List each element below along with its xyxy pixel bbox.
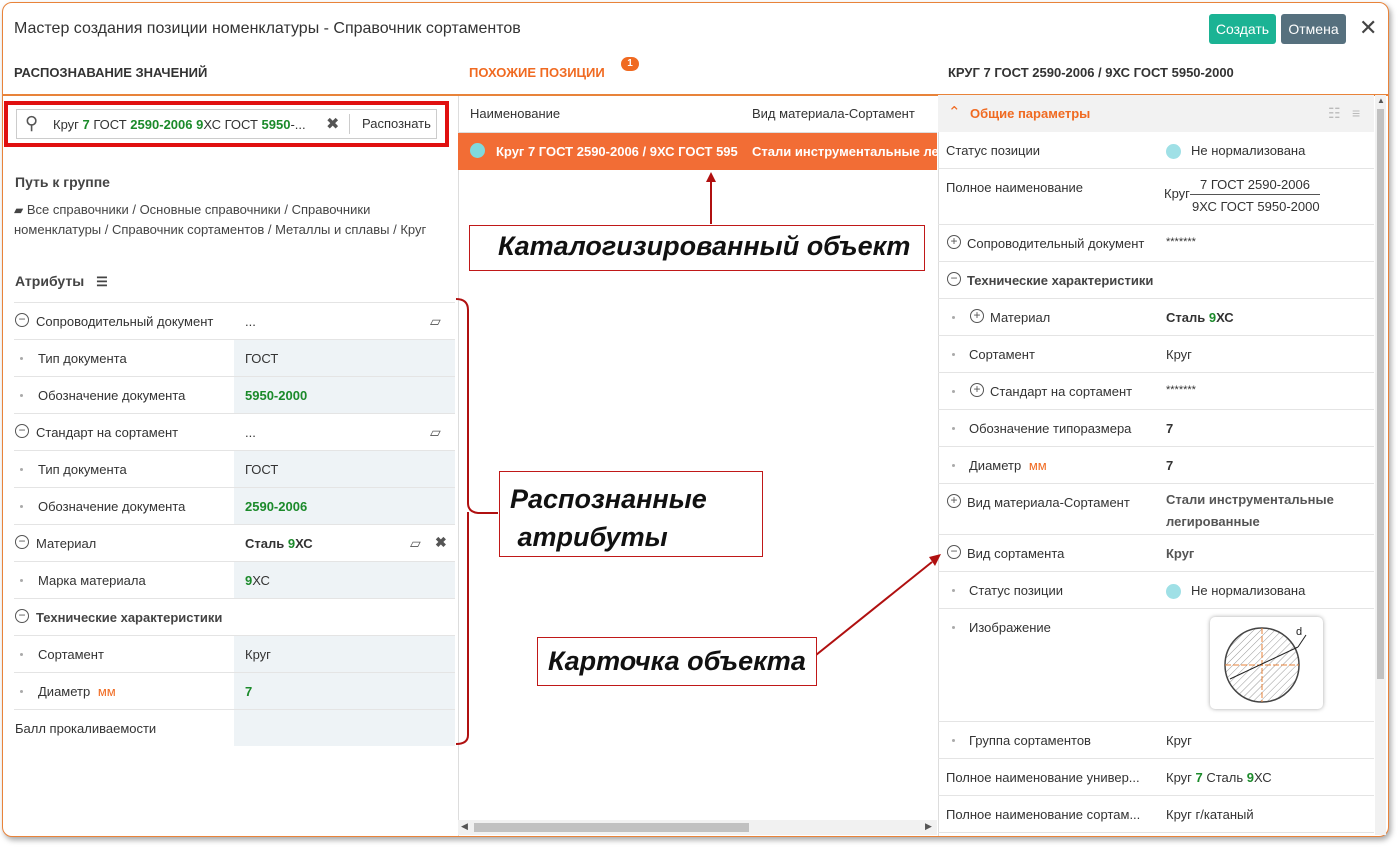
card-value: Сталь 9ХС xyxy=(1166,310,1234,325)
card-row: − Вид сортамента Круг xyxy=(938,535,1374,572)
card-row: − Технические характеристики xyxy=(938,262,1374,299)
expand-icon[interactable]: + xyxy=(947,235,961,249)
card-value: Круг xyxy=(1166,347,1192,362)
card-label: Полное наименование xyxy=(946,180,1084,195)
card-label: Стандарт на сортамент xyxy=(990,384,1133,399)
expand-icon[interactable]: + xyxy=(970,309,984,323)
expand-icon[interactable]: + xyxy=(947,494,961,508)
card-value: 7 xyxy=(1166,458,1174,473)
card-row: Полное наименование сортам... Круг г/кат… xyxy=(938,796,1374,833)
round-bar-drawing: d xyxy=(1224,626,1307,703)
card-row: + Сопроводительный документ ******* xyxy=(938,225,1374,262)
scroll-up-icon[interactable]: ▲ xyxy=(1377,96,1385,105)
card-row: Диаметр мм 7 xyxy=(938,447,1374,484)
sort-icon[interactable]: ≡ xyxy=(1352,105,1360,121)
card-label: Сортамент xyxy=(969,347,1035,362)
card-row: Сортамент Круг xyxy=(938,336,1374,373)
card-label: Технические характеристики xyxy=(967,273,1154,288)
card-value: Стали инструментальные легированные xyxy=(1166,492,1334,529)
card-value: 7 xyxy=(1166,421,1174,436)
card-label: Диаметр мм xyxy=(969,458,1047,473)
scroll-thumb[interactable] xyxy=(1377,109,1384,679)
card-value: Не нормализована xyxy=(1166,583,1305,600)
card-row: + Материал Сталь 9ХС xyxy=(938,299,1374,336)
collapse-icon[interactable]: − xyxy=(947,272,961,286)
status-dot xyxy=(1166,584,1181,600)
vertical-scrollbar[interactable]: ▲ xyxy=(1375,95,1386,835)
bullet xyxy=(952,464,955,467)
bullet xyxy=(952,626,955,629)
bullet xyxy=(952,739,955,742)
card-row: Статус позиции Не нормализована xyxy=(938,572,1374,609)
card-row: + Стандарт на сортамент ******* xyxy=(938,373,1374,410)
card-label: Группа сортаментов xyxy=(969,733,1091,748)
chevron-up-icon[interactable]: ⌃ xyxy=(948,103,961,121)
card-value: ******* xyxy=(1166,384,1196,396)
card-value: Круг xyxy=(1166,546,1195,561)
callout-recognized: Распознанные атрибуты xyxy=(499,471,763,557)
bullet xyxy=(952,390,955,393)
callout-catalog: Каталогизированный объект xyxy=(469,225,925,271)
bullet xyxy=(952,589,955,592)
bullet xyxy=(952,353,955,356)
profile-image[interactable]: d xyxy=(1210,617,1323,709)
collapse-icon[interactable]: − xyxy=(947,545,961,559)
callout-recognized-line1: Распознанные xyxy=(510,484,707,514)
card-label: Статус позиции xyxy=(969,583,1064,598)
card-label: Полное наименование универ... xyxy=(946,770,1140,785)
card-row: Полное наименование универ... Круг 7 Ста… xyxy=(938,759,1374,796)
card-label: Статус позиции xyxy=(946,143,1041,158)
callout-recognized-line2: атрибуты xyxy=(510,522,668,552)
card-row: Статус позиции Не нормализована xyxy=(938,132,1374,169)
card-label: Вид материала-Сортамент xyxy=(967,495,1130,510)
grid-icon[interactable]: ☷ xyxy=(1328,105,1341,122)
card-label: Изображение xyxy=(969,620,1051,635)
card-row: + Вид материала-Сортамент Стали инструме… xyxy=(938,484,1374,535)
card-label: Материал xyxy=(990,310,1051,325)
card-label: Вид сортамента xyxy=(967,546,1065,561)
card-row: Группа сортаментов Круг xyxy=(938,722,1374,759)
card-value: Не нормализована xyxy=(1166,143,1305,160)
card-label: Полное наименование сортам... xyxy=(946,807,1141,822)
card-label: Обозначение типоразмера xyxy=(969,421,1132,436)
section-header[interactable]: ⌃ Общие параметры ☷ ≡ xyxy=(938,95,1374,132)
card-value: Круг г/катаный xyxy=(1166,807,1254,822)
bullet xyxy=(952,427,955,430)
bullet xyxy=(952,316,955,319)
callout-card: Карточка объекта xyxy=(537,637,817,686)
section-title: Общие параметры xyxy=(970,106,1091,121)
diameter-label: d xyxy=(1296,626,1302,638)
status-dot xyxy=(1166,144,1181,160)
card-value: Круг 7 Сталь 9ХС xyxy=(1166,770,1272,785)
expand-icon[interactable]: + xyxy=(970,383,984,397)
card-row: Обозначение типоразмера 7 xyxy=(938,410,1374,447)
card-value: Круг xyxy=(1166,733,1192,748)
card-value: ******* xyxy=(1166,236,1196,248)
card-label: Сопроводительный документ xyxy=(967,236,1145,251)
